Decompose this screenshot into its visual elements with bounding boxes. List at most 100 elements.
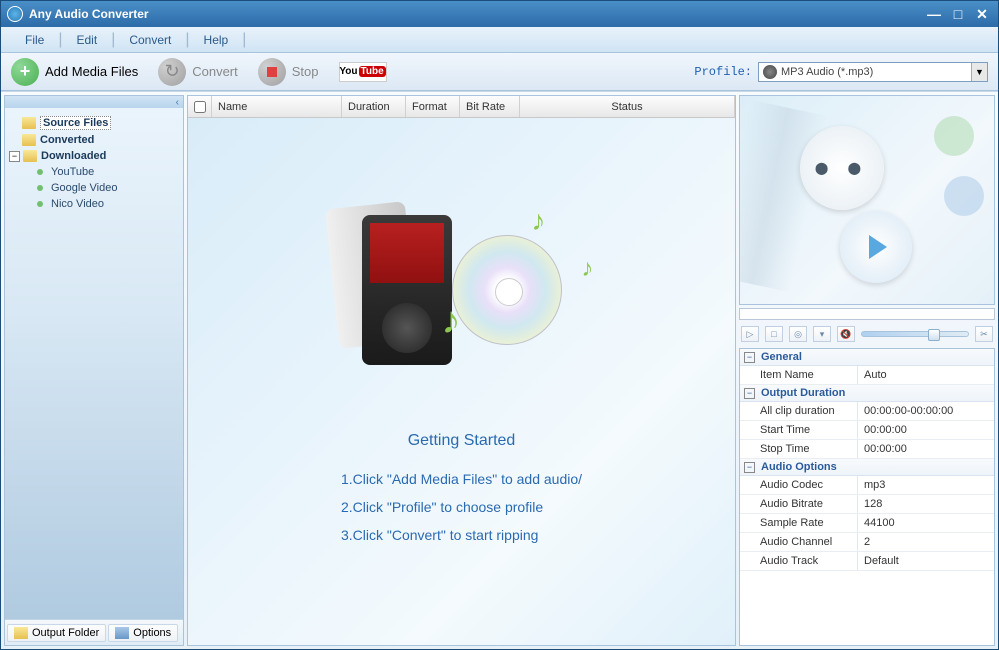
convert-icon: ↻	[158, 58, 186, 86]
tree-source-files[interactable]: Source Files	[9, 114, 179, 132]
group-output-duration[interactable]: −Output Duration	[740, 385, 994, 402]
stop-player-button[interactable]: □	[765, 326, 783, 342]
menu-edit[interactable]: Edit	[63, 33, 112, 47]
cd-icon	[763, 65, 777, 79]
sidebar-footer: Output Folder Options	[5, 619, 183, 645]
collapse-icon[interactable]: −	[744, 388, 755, 399]
prop-track[interactable]: Audio TrackDefault	[740, 552, 994, 571]
col-bitrate[interactable]: Bit Rate	[460, 96, 520, 117]
options-label: Options	[133, 627, 171, 639]
col-name[interactable]: Name	[212, 96, 342, 117]
menubar: File| Edit| Convert| Help|	[1, 27, 998, 53]
toolbar: + Add Media Files ↻ Convert Stop YouTube…	[1, 53, 998, 91]
output-folder-label: Output Folder	[32, 627, 99, 639]
convert-label: Convert	[192, 64, 238, 79]
cut-button[interactable]: ✂	[975, 326, 993, 342]
titlebar: Any Audio Converter — □ ✕	[1, 1, 998, 27]
right-panel: ▷ □ ◎ ▾ 🔇 ✂ −General Item NameAuto −Outp…	[739, 95, 995, 646]
gs-title: Getting Started	[341, 425, 582, 457]
tree-downloaded[interactable]: − Downloaded	[9, 148, 179, 164]
collapse-icon[interactable]: −	[9, 151, 20, 162]
minimize-button[interactable]: —	[924, 6, 944, 22]
tree-nico-video[interactable]: Nico Video	[9, 196, 179, 212]
tree-youtube[interactable]: YouTube	[9, 164, 179, 180]
tree-label: Source Files	[40, 116, 111, 130]
reel-icon	[800, 126, 884, 210]
sidebar: ‹ Source Files Converted − Downloaded Yo…	[4, 95, 184, 646]
output-folder-button[interactable]: Output Folder	[7, 624, 106, 642]
play-icon	[840, 211, 912, 283]
folder-icon	[22, 134, 36, 146]
sidebar-collapse[interactable]: ‹	[5, 96, 183, 108]
app-title: Any Audio Converter	[29, 7, 920, 21]
preview-pane	[739, 95, 995, 305]
getting-started: Getting Started 1.Click "Add Media Files…	[341, 425, 582, 549]
stop-label: Stop	[292, 64, 319, 79]
tree-label: Google Video	[51, 182, 117, 194]
volume-slider[interactable]	[861, 331, 969, 337]
tree-label: YouTube	[51, 166, 94, 178]
dot-icon	[37, 201, 43, 207]
collapse-icon[interactable]: −	[744, 352, 755, 363]
prop-channel[interactable]: Audio Channel2	[740, 533, 994, 552]
expand-button[interactable]: ▾	[813, 326, 831, 342]
close-button[interactable]: ✕	[972, 6, 992, 22]
options-button[interactable]: Options	[108, 624, 178, 642]
profile-select[interactable]: MP3 Audio (*.mp3) ▼	[758, 62, 988, 82]
list-body: ♪♪♪ Getting Started 1.Click "Add Media F…	[188, 118, 735, 645]
dot-icon	[37, 169, 43, 175]
app-icon	[7, 6, 23, 22]
convert-button[interactable]: ↻ Convert	[158, 58, 238, 86]
col-duration[interactable]: Duration	[342, 96, 406, 117]
tree-label: Downloaded	[41, 150, 106, 162]
stop-button[interactable]: Stop	[258, 58, 319, 86]
add-media-label: Add Media Files	[45, 64, 138, 79]
profile-label: Profile:	[694, 65, 752, 79]
menu-convert[interactable]: Convert	[115, 33, 185, 47]
stop-icon	[258, 58, 286, 86]
col-status[interactable]: Status	[520, 96, 735, 117]
group-general[interactable]: −General	[740, 349, 994, 366]
list-header: Name Duration Format Bit Rate Status	[188, 96, 735, 118]
mute-button[interactable]: 🔇	[837, 326, 855, 342]
chevron-down-icon: ▼	[971, 63, 987, 81]
folder-icon	[23, 150, 37, 162]
tree-converted[interactable]: Converted	[9, 132, 179, 148]
prop-all-clip[interactable]: All clip duration00:00:00-00:00:00	[740, 402, 994, 421]
select-all-checkbox[interactable]	[188, 96, 212, 117]
player-controls: ▷ □ ◎ ▾ 🔇 ✂	[739, 323, 995, 345]
folder-icon	[22, 117, 36, 129]
prop-item-name[interactable]: Item NameAuto	[740, 366, 994, 385]
tree-label: Nico Video	[51, 198, 104, 210]
illustration: ♪♪♪	[292, 195, 632, 395]
folder-icon	[14, 627, 28, 639]
profile-value: MP3 Audio (*.mp3)	[781, 66, 971, 78]
snapshot-button[interactable]: ◎	[789, 326, 807, 342]
menu-file[interactable]: File	[11, 33, 58, 47]
tree-label: Converted	[40, 134, 94, 146]
prop-sample[interactable]: Sample Rate44100	[740, 514, 994, 533]
plus-icon: +	[11, 58, 39, 86]
prop-stop-time[interactable]: Stop Time00:00:00	[740, 440, 994, 459]
gs-step-2: 2.Click "Profile" to choose profile	[341, 493, 582, 521]
col-format[interactable]: Format	[406, 96, 460, 117]
tools-icon	[115, 627, 129, 639]
add-media-button[interactable]: + Add Media Files	[11, 58, 138, 86]
play-button[interactable]: ▷	[741, 326, 759, 342]
prop-bitrate[interactable]: Audio Bitrate128	[740, 495, 994, 514]
properties-panel: −General Item NameAuto −Output Duration …	[739, 348, 995, 646]
youtube-button[interactable]: YouTube	[339, 62, 387, 82]
tree-google-video[interactable]: Google Video	[9, 180, 179, 196]
dot-icon	[37, 185, 43, 191]
gs-step-1: 1.Click "Add Media Files" to add audio/	[341, 465, 582, 493]
progress-bar[interactable]	[739, 308, 995, 320]
sidebar-tree: Source Files Converted − Downloaded YouT…	[5, 108, 183, 619]
prop-codec[interactable]: Audio Codecmp3	[740, 476, 994, 495]
maximize-button[interactable]: □	[948, 6, 968, 22]
main-area: Name Duration Format Bit Rate Status ♪♪♪…	[187, 95, 736, 646]
menu-help[interactable]: Help	[190, 33, 243, 47]
prop-start-time[interactable]: Start Time00:00:00	[740, 421, 994, 440]
collapse-icon[interactable]: −	[744, 462, 755, 473]
gs-step-3: 3.Click "Convert" to start ripping	[341, 521, 582, 549]
group-audio-options[interactable]: −Audio Options	[740, 459, 994, 476]
